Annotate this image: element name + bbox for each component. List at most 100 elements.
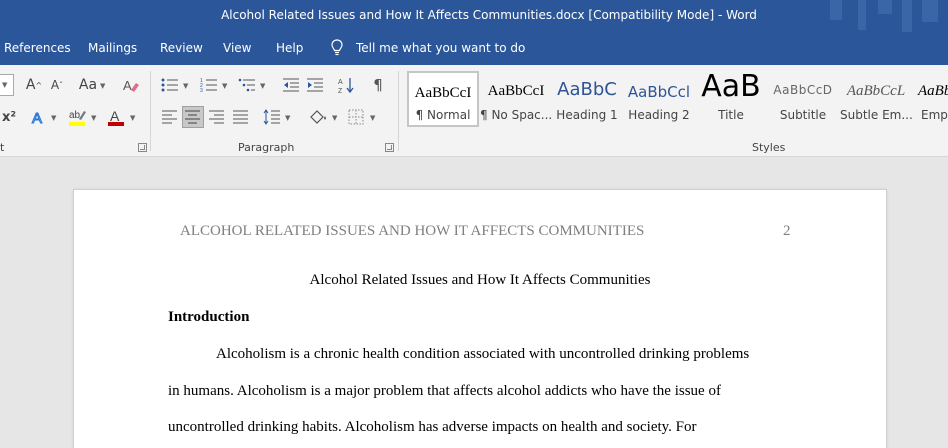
tab-references[interactable]: References xyxy=(4,41,71,55)
style-label: Heading 1 xyxy=(556,108,618,122)
style-subtle-emphasis[interactable]: AaBbCcL Subtle Em... xyxy=(840,71,913,127)
shrink-font-button[interactable]: Aˇ xyxy=(47,75,67,95)
chevron-down-icon: ▼ xyxy=(285,114,291,122)
paragraph-group-label: Paragraph xyxy=(238,141,295,154)
tell-me-search[interactable]: Tell me what you want to do xyxy=(356,41,525,55)
style-normal[interactable]: AaBbCcI ¶ Normal xyxy=(407,71,479,127)
increase-indent-icon xyxy=(307,78,323,92)
lightbulb-icon[interactable] xyxy=(331,39,343,57)
grow-font-button[interactable]: A ^ xyxy=(24,75,44,95)
line-spacing-icon xyxy=(263,109,280,125)
window-title: Alcohol Related Issues and How It Affect… xyxy=(221,8,757,22)
bullet-list-icon xyxy=(161,78,178,92)
text-effects-icon: A xyxy=(31,109,42,126)
document-page[interactable]: ALCOHOL RELATED ISSUES AND HOW IT AFFECT… xyxy=(73,189,887,448)
body-line: Alcoholism is a chronic health condition… xyxy=(216,346,750,362)
multilevel-list-icon xyxy=(238,78,255,92)
tab-help[interactable]: Help xyxy=(276,41,303,55)
svg-text:A: A xyxy=(32,110,42,126)
style-no-spacing[interactable]: AaBbCcI ¶ No Spac... xyxy=(480,71,552,127)
superscript-label: x² xyxy=(1,109,17,125)
font-color-icon: A xyxy=(108,108,124,126)
style-label: ¶ No Spac... xyxy=(480,108,553,122)
clear-formatting-button[interactable]: A xyxy=(120,75,142,95)
justify-button[interactable] xyxy=(231,107,251,127)
numbered-list-icon: 1 2 3 xyxy=(200,78,217,93)
align-center-button[interactable] xyxy=(182,106,204,128)
chevron-down-icon: ▼ xyxy=(260,82,266,90)
style-label: Title xyxy=(718,108,744,122)
ribbon-tabs: References Mailings Review View Help Tel… xyxy=(0,32,948,65)
justify-icon xyxy=(233,110,248,124)
body-line: uncontrolled drinking habits. Alcoholism… xyxy=(168,419,697,435)
svg-text:ab: ab xyxy=(69,110,81,121)
style-label: Heading 2 xyxy=(628,108,690,122)
style-sample: AaBbCcL xyxy=(846,83,906,99)
tab-review[interactable]: Review xyxy=(160,41,203,55)
font-dialog-launcher[interactable] xyxy=(138,143,147,152)
running-head: ALCOHOL RELATED ISSUES AND HOW IT AFFECT… xyxy=(180,223,645,239)
style-heading-2[interactable]: AaBbCcl Heading 2 xyxy=(623,71,695,127)
bullets-button[interactable] xyxy=(160,75,180,95)
font-size-dropdown[interactable]: ▼ xyxy=(0,74,14,96)
style-sample: AaBbCcI xyxy=(487,83,545,99)
chevron-down-icon: ▼ xyxy=(222,82,228,90)
svg-text:A: A xyxy=(110,108,120,124)
text-effects-button[interactable]: A xyxy=(28,107,48,127)
tab-view[interactable]: View xyxy=(223,41,251,55)
svg-text:3: 3 xyxy=(200,88,203,93)
chevron-down-icon: ▼ xyxy=(2,81,8,89)
styles-group-label: Styles xyxy=(752,141,786,154)
ribbon: ▼ A ^ Aˇ Aa ▼ A x² A ▼ ab ▼ A ▼ t ▼ 1 2 … xyxy=(0,65,948,157)
svg-text:Z: Z xyxy=(338,88,343,94)
paint-bucket-icon xyxy=(310,110,326,124)
align-center-icon xyxy=(185,110,200,124)
style-sample: AaBbCcl xyxy=(627,83,691,101)
style-emphasis[interactable]: AaBbC Emph xyxy=(914,71,948,127)
chevron-down-icon: ▼ xyxy=(332,114,338,122)
style-subtitle[interactable]: AaBbCcD Subtitle xyxy=(767,71,839,127)
shrink-font-label: A xyxy=(50,78,60,92)
group-separator xyxy=(398,71,399,151)
style-label: Subtle Em... xyxy=(840,108,913,122)
style-label: Subtitle xyxy=(779,108,827,122)
decrease-indent-button[interactable] xyxy=(281,75,301,95)
multilevel-list-button[interactable] xyxy=(237,75,257,95)
group-separator xyxy=(150,71,151,151)
style-label: ¶ Normal xyxy=(415,108,471,122)
style-sample: AaBbCcI xyxy=(414,85,472,101)
style-sample: AaBbC xyxy=(918,83,948,99)
borders-button[interactable] xyxy=(346,107,366,127)
style-title[interactable]: AaB Title xyxy=(697,71,765,127)
chevron-down-icon: ▼ xyxy=(130,114,136,122)
paragraph-dialog-launcher[interactable] xyxy=(385,143,394,152)
svg-text:A: A xyxy=(123,78,132,93)
shading-button[interactable] xyxy=(307,107,329,127)
word-window: Alcohol Related Issues and How It Affect… xyxy=(0,0,948,448)
increase-indent-button[interactable] xyxy=(305,75,325,95)
style-sample: AaB xyxy=(701,71,761,104)
pilcrow-icon: ¶ xyxy=(373,76,383,94)
sort-button[interactable]: A Z xyxy=(337,75,357,95)
style-sample: AaBbCcD xyxy=(773,83,833,97)
chevron-down-icon: ▼ xyxy=(91,114,97,122)
highlighter-icon: ab xyxy=(69,110,86,126)
superscript-button[interactable]: x² xyxy=(0,107,18,127)
page-number: 2 xyxy=(783,223,791,239)
chevron-down-icon: ▼ xyxy=(370,114,376,122)
line-spacing-button[interactable] xyxy=(262,107,282,127)
numbering-button[interactable]: 1 2 3 xyxy=(199,75,219,95)
style-heading-1[interactable]: AaBbC Heading 1 xyxy=(552,71,622,127)
align-right-icon xyxy=(209,110,224,124)
grow-font-label: A xyxy=(25,77,36,93)
highlight-color-button[interactable]: ab xyxy=(66,106,88,128)
align-left-button[interactable] xyxy=(160,107,180,127)
show-formatting-button[interactable]: ¶ xyxy=(368,75,388,95)
font-color-button[interactable]: A xyxy=(105,106,127,128)
tab-mailings[interactable]: Mailings xyxy=(88,41,137,55)
chevron-down-icon: ▼ xyxy=(51,114,57,122)
change-case-button[interactable]: Aa xyxy=(77,75,99,95)
title-bar: Alcohol Related Issues and How It Affect… xyxy=(0,0,948,32)
clear-formatting-icon: A xyxy=(123,78,139,93)
align-right-button[interactable] xyxy=(207,107,227,127)
